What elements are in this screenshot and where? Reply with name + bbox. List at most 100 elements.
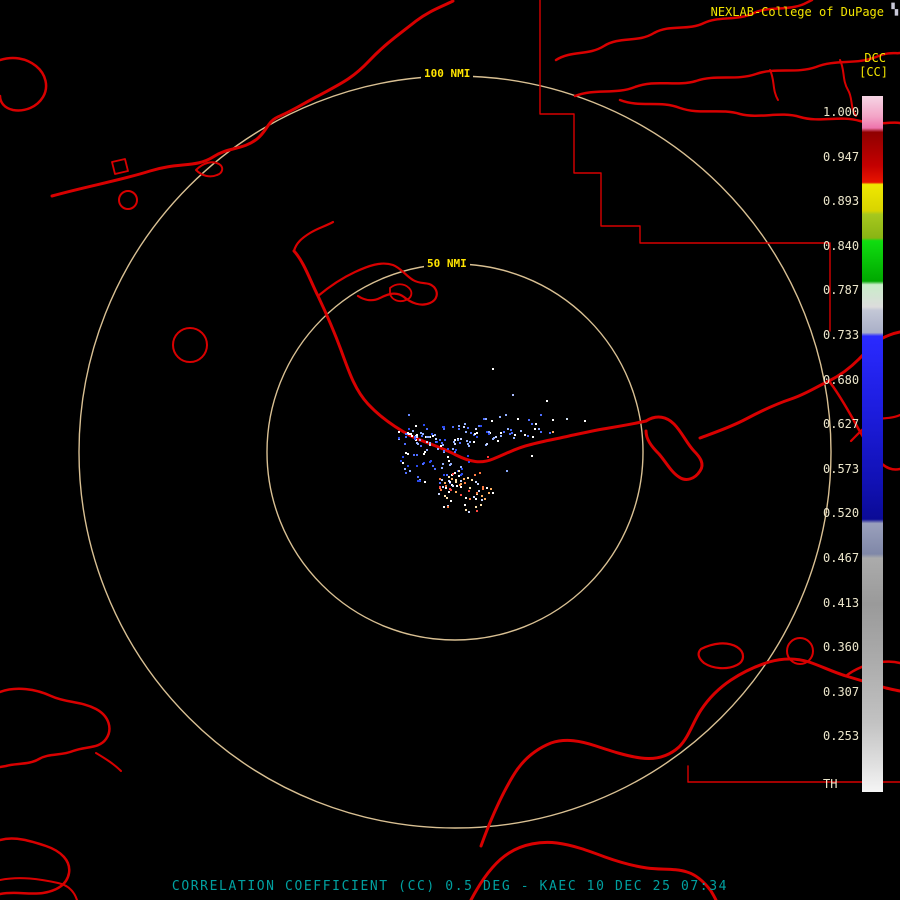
radar-echo bbox=[413, 454, 415, 456]
colorbar-scale-label: 0.787 bbox=[823, 283, 860, 298]
radar-echo bbox=[465, 497, 467, 499]
map-boundary-path bbox=[50, 0, 455, 198]
colorbar-scale-label: 0.307 bbox=[823, 684, 860, 699]
radar-echo bbox=[481, 495, 483, 497]
radar-echo bbox=[510, 429, 512, 431]
radar-echo bbox=[465, 431, 467, 433]
radar-echo bbox=[431, 433, 433, 435]
radar-echo bbox=[402, 462, 404, 464]
radar-echo bbox=[455, 491, 457, 493]
colorbar-scale-label: 0.413 bbox=[823, 595, 860, 610]
radar-echo bbox=[443, 450, 445, 452]
map-boundary-path bbox=[769, 69, 779, 101]
radar-echo bbox=[488, 492, 490, 494]
radar-echo bbox=[443, 426, 445, 428]
map-boundary-path bbox=[292, 220, 335, 253]
radar-echo bbox=[446, 474, 448, 476]
radar-echo bbox=[456, 485, 458, 487]
radar-echo bbox=[507, 428, 509, 430]
radar-echo bbox=[487, 456, 489, 458]
radar-echo bbox=[452, 448, 454, 450]
radar-echo bbox=[480, 504, 482, 506]
radar-echo bbox=[416, 436, 418, 438]
radar-echo bbox=[471, 479, 473, 481]
radar-echo bbox=[408, 414, 410, 416]
radar-echo bbox=[476, 492, 478, 494]
radar-echo bbox=[475, 506, 477, 508]
radar-echo bbox=[452, 473, 454, 475]
radar-echo bbox=[476, 432, 478, 434]
radar-echo bbox=[443, 506, 445, 508]
radar-echo bbox=[424, 451, 426, 453]
radar-echo bbox=[492, 492, 494, 494]
radar-echo bbox=[447, 506, 449, 508]
radar-echo bbox=[469, 487, 471, 489]
radar-echo bbox=[422, 463, 424, 465]
radar-echo bbox=[416, 454, 418, 456]
radar-echo bbox=[435, 438, 437, 440]
radar-echo bbox=[438, 493, 440, 495]
radar-echo bbox=[514, 434, 516, 436]
radar-echo bbox=[463, 478, 465, 480]
radar-echo bbox=[488, 433, 490, 435]
radar-echo bbox=[524, 434, 526, 436]
colorbar-scale-label: 0.253 bbox=[823, 729, 860, 744]
radar-echo bbox=[486, 487, 488, 489]
radar-echo bbox=[414, 438, 416, 440]
radar-echo bbox=[416, 434, 418, 436]
radar-echo bbox=[448, 476, 450, 478]
radar-echo bbox=[460, 483, 462, 485]
radar-echo bbox=[546, 400, 548, 402]
colorbar-title: DCC bbox=[864, 51, 886, 65]
radar-echo bbox=[415, 425, 417, 427]
radar-echo bbox=[538, 428, 540, 430]
radar-echo bbox=[531, 423, 533, 425]
radar-echo bbox=[398, 437, 400, 439]
colorbar-scale-label: 0.360 bbox=[823, 640, 860, 655]
radar-echo bbox=[474, 474, 476, 476]
radar-echo bbox=[467, 477, 469, 479]
radar-echo bbox=[428, 436, 430, 438]
radar-echo bbox=[468, 445, 470, 447]
radar-echo bbox=[465, 509, 467, 511]
radar-echo bbox=[419, 439, 421, 441]
radar-echo bbox=[481, 499, 483, 501]
radar-echo bbox=[408, 428, 410, 430]
radar-echo bbox=[484, 498, 486, 500]
radar-echo bbox=[483, 418, 485, 420]
radar-echo bbox=[440, 445, 442, 447]
radar-echo bbox=[475, 481, 477, 483]
radar-echo bbox=[497, 440, 499, 442]
radar-echo bbox=[468, 490, 470, 492]
radar-echo bbox=[490, 488, 492, 490]
radar-echo bbox=[444, 482, 446, 484]
map-boundary-circle bbox=[172, 327, 208, 363]
radar-echo bbox=[511, 432, 513, 434]
radar-echo bbox=[455, 449, 457, 451]
colorbar-scale-label: 0.520 bbox=[823, 506, 860, 521]
radar-echo bbox=[464, 482, 466, 484]
radar-echo bbox=[482, 488, 484, 490]
radar-echo bbox=[447, 456, 449, 458]
radar-echo bbox=[429, 444, 431, 446]
radar-echo bbox=[445, 485, 447, 487]
radar-echo bbox=[463, 426, 465, 428]
radar-echo bbox=[449, 481, 451, 483]
radar-echo bbox=[469, 498, 471, 500]
radar-echo bbox=[439, 439, 441, 441]
radar-echo bbox=[454, 472, 456, 474]
map-boundary-path bbox=[95, 752, 122, 772]
radar-echo bbox=[475, 428, 477, 430]
radar-echo bbox=[411, 435, 413, 437]
radar-echo bbox=[409, 470, 411, 472]
radar-echo bbox=[450, 489, 452, 491]
colorbar bbox=[862, 96, 883, 792]
map-boundary-path bbox=[195, 161, 224, 178]
radar-echo bbox=[444, 495, 446, 497]
radar-echo bbox=[434, 434, 436, 436]
radar-echo bbox=[486, 431, 488, 433]
radar-echo bbox=[448, 460, 450, 462]
radar-echo bbox=[441, 479, 443, 481]
radar-echo bbox=[420, 432, 422, 434]
radar-echo bbox=[414, 436, 416, 438]
